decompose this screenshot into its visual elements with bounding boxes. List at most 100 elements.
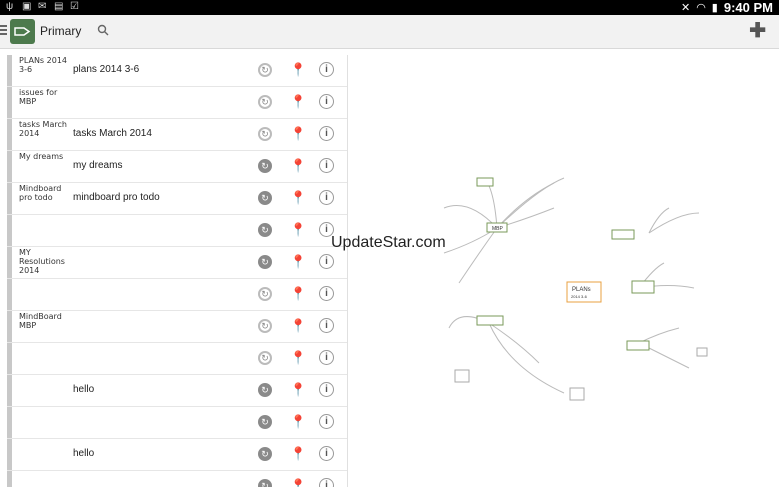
pin-icon[interactable]: 📍: [290, 222, 306, 238]
note-thumbnail[interactable]: [19, 408, 71, 437]
note-title[interactable]: my dreams: [73, 160, 122, 171]
row-color-bar: [7, 343, 12, 374]
note-row[interactable]: ↻ 📍 i: [7, 471, 347, 487]
pin-icon[interactable]: 📍: [290, 94, 306, 110]
image-icon: ▣: [22, 1, 32, 12]
note-row[interactable]: My dreams my dreams ↻ 📍 i: [7, 151, 347, 183]
sync-icon[interactable]: ↻: [258, 223, 272, 237]
pin-icon[interactable]: 📍: [290, 478, 306, 487]
note-row[interactable]: hello ↻ 📍 i: [7, 375, 347, 407]
pin-icon[interactable]: 📍: [290, 382, 306, 398]
sync-icon[interactable]: ↻: [258, 319, 272, 333]
pin-icon[interactable]: 📍: [290, 158, 306, 174]
info-icon[interactable]: i: [319, 478, 334, 487]
row-color-bar: [7, 183, 12, 214]
mindmap-canvas[interactable]: MBP PLANs 2014 3-6: [349, 48, 779, 487]
note-row[interactable]: ↻ 📍 i: [7, 279, 347, 311]
note-thumbnail[interactable]: [19, 376, 71, 405]
pin-icon[interactable]: 📍: [290, 318, 306, 334]
note-thumbnail[interactable]: [19, 472, 71, 487]
sync-icon[interactable]: ↻: [258, 479, 272, 487]
note-thumbnail[interactable]: PLANs 2014 3-6: [19, 56, 71, 85]
info-icon[interactable]: i: [319, 190, 334, 205]
row-color-bar: [7, 279, 12, 310]
mute-icon: ✕: [680, 2, 691, 14]
note-thumbnail[interactable]: MY Resolutions 2014: [19, 248, 71, 277]
info-icon[interactable]: i: [319, 446, 334, 461]
note-row[interactable]: ↻ 📍 i: [7, 407, 347, 439]
sync-icon[interactable]: ↻: [258, 159, 272, 173]
note-title[interactable]: mindboard pro todo: [73, 192, 160, 203]
sync-icon[interactable]: ↻: [258, 415, 272, 429]
row-color-bar: [7, 247, 12, 278]
sync-icon[interactable]: ↻: [258, 255, 272, 269]
app-title[interactable]: Primary: [40, 24, 81, 38]
clock: 9:40 PM: [723, 0, 773, 15]
note-thumbnail[interactable]: Mindboard pro todo: [19, 184, 71, 213]
info-icon[interactable]: i: [319, 126, 334, 141]
info-icon[interactable]: i: [319, 94, 334, 109]
sync-icon[interactable]: ↻: [258, 127, 272, 141]
sync-icon[interactable]: ↻: [258, 95, 272, 109]
note-title[interactable]: hello: [73, 384, 94, 395]
status-bar: ψ ▣ ✉ ▤ ☑ ✕ ◠ ▮ 9:40 PM: [0, 0, 779, 15]
notification-icons: ψ ▣ ✉ ▤ ☑: [6, 1, 80, 12]
pin-icon[interactable]: 📍: [290, 126, 306, 142]
sync-icon[interactable]: ↻: [258, 447, 272, 461]
note-row[interactable]: ↻ 📍 i: [7, 343, 347, 375]
note-thumbnail[interactable]: [19, 344, 71, 373]
note-row[interactable]: tasks March 2014 tasks March 2014 ↻ 📍 i: [7, 119, 347, 151]
note-thumbnail[interactable]: [19, 280, 71, 309]
note-thumbnail[interactable]: issues for MBP: [19, 88, 71, 117]
battery-icon: ▮: [711, 2, 718, 14]
row-color-bar: [7, 311, 12, 342]
note-title[interactable]: hello: [73, 448, 94, 459]
plus-icon[interactable]: ✚: [749, 21, 766, 41]
row-color-bar: [7, 407, 12, 438]
note-row[interactable]: issues for MBP ↻ 📍 i: [7, 87, 347, 119]
info-icon[interactable]: i: [319, 414, 334, 429]
pin-icon[interactable]: 📍: [290, 350, 306, 366]
note-row[interactable]: Mindboard pro todo mindboard pro todo ↻ 📍 i: [7, 183, 347, 215]
note-thumbnail[interactable]: [19, 440, 71, 469]
info-icon[interactable]: i: [319, 158, 334, 173]
pin-icon[interactable]: 📍: [290, 62, 306, 78]
sync-icon[interactable]: ↻: [258, 191, 272, 205]
pin-icon[interactable]: 📍: [290, 446, 306, 462]
search-icon[interactable]: [97, 24, 109, 39]
pin-icon[interactable]: 📍: [290, 190, 306, 206]
hamburger-icon[interactable]: [0, 25, 7, 37]
pin-icon[interactable]: 📍: [290, 286, 306, 302]
note-thumbnail[interactable]: My dreams: [19, 152, 71, 181]
note-list: PLANs 2014 3-6 plans 2014 3-6 ↻ 📍 i issues fo…: [7, 55, 347, 487]
note-row[interactable]: PLANs 2014 3-6 plans 2014 3-6 ↻ 📍 i: [7, 55, 347, 87]
info-icon[interactable]: i: [319, 254, 334, 269]
sync-icon[interactable]: ↻: [258, 351, 272, 365]
row-color-bar: [7, 375, 12, 406]
pin-icon[interactable]: 📍: [290, 254, 306, 270]
note-row[interactable]: MindBoard MBP ↻ 📍 i: [7, 311, 347, 343]
board-logo[interactable]: [10, 19, 35, 44]
note-row[interactable]: MY Resolutions 2014 ↻ 📍 i: [7, 247, 347, 279]
note-title[interactable]: tasks March 2014: [73, 128, 152, 139]
info-icon[interactable]: i: [319, 318, 334, 333]
info-icon[interactable]: i: [319, 350, 334, 365]
pane-divider: [347, 55, 348, 487]
sync-icon[interactable]: ↻: [258, 287, 272, 301]
pin-icon[interactable]: 📍: [290, 414, 306, 430]
row-color-bar: [7, 215, 12, 246]
info-icon[interactable]: i: [319, 286, 334, 301]
row-color-bar: [7, 151, 12, 182]
info-icon[interactable]: i: [319, 382, 334, 397]
note-row[interactable]: hello ↻ 📍 i: [7, 439, 347, 471]
note-title[interactable]: plans 2014 3-6: [73, 64, 139, 75]
node-plans-date: 2014 3-6: [571, 294, 588, 299]
note-row[interactable]: ↻ 📍 i: [7, 215, 347, 247]
sync-icon[interactable]: ↻: [258, 63, 272, 77]
note-thumbnail[interactable]: [19, 216, 71, 245]
sync-icon[interactable]: ↻: [258, 383, 272, 397]
note-thumbnail[interactable]: tasks March 2014: [19, 120, 71, 149]
gallery-icon: ▤: [54, 1, 64, 12]
info-icon[interactable]: i: [319, 62, 334, 77]
note-thumbnail[interactable]: MindBoard MBP: [19, 312, 71, 341]
